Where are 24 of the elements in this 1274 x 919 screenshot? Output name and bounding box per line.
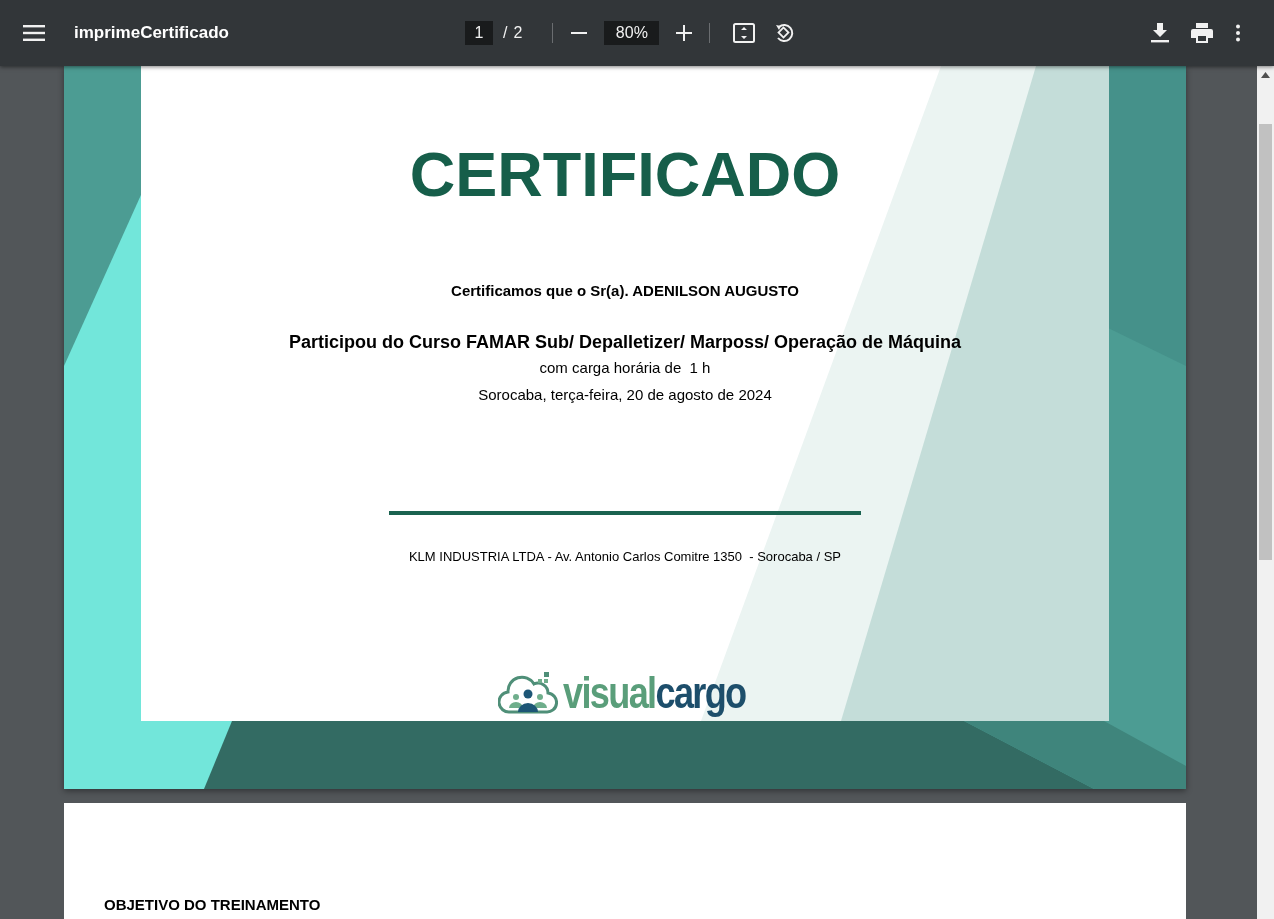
recipient-line: Certificamos que o Sr(a). ADENILSON AUGUSTO [451,282,799,299]
page-separator: / [503,24,508,42]
zoom-field[interactable]: 80% [604,21,660,45]
certificate-heading: CERTIFICADO [409,138,841,210]
zoom-in-icon[interactable] [676,25,693,41]
print-icon[interactable] [1191,23,1213,43]
scroll-up-icon[interactable] [1261,72,1270,78]
date-line: Sorocaba, terça-feira, 20 de agosto de 2024 [478,386,772,403]
scrollbar-thumb[interactable] [1259,124,1272,560]
more-options-icon[interactable] [1235,24,1241,42]
scrollbar[interactable] [1257,66,1274,919]
download-icon[interactable] [1151,23,1169,43]
fit-page-icon[interactable] [733,23,756,43]
logo-wordmark: visualcargo [563,669,746,717]
course-line: Participou do Curso FAMAR Sub/ Depalletizer/ Marposs/ Operação de Máquina [288,332,962,353]
page-number-field[interactable]: 1 [465,21,493,45]
workload-line: com carga horária de 1 h [539,359,711,376]
page-total: 2 [513,24,523,42]
rotate-icon[interactable] [773,22,796,44]
section-heading: OBJETIVO DO TREINAMENTO [104,896,322,913]
company-address: KLM INDUSTRIA LTDA - Av. Antonio Carlos Comitre 1350 - Sorocaba / SP [408,549,842,564]
menu-icon[interactable] [23,24,45,42]
document-title: imprimeCertificado [74,23,229,43]
cloud-people-icon [498,670,559,716]
